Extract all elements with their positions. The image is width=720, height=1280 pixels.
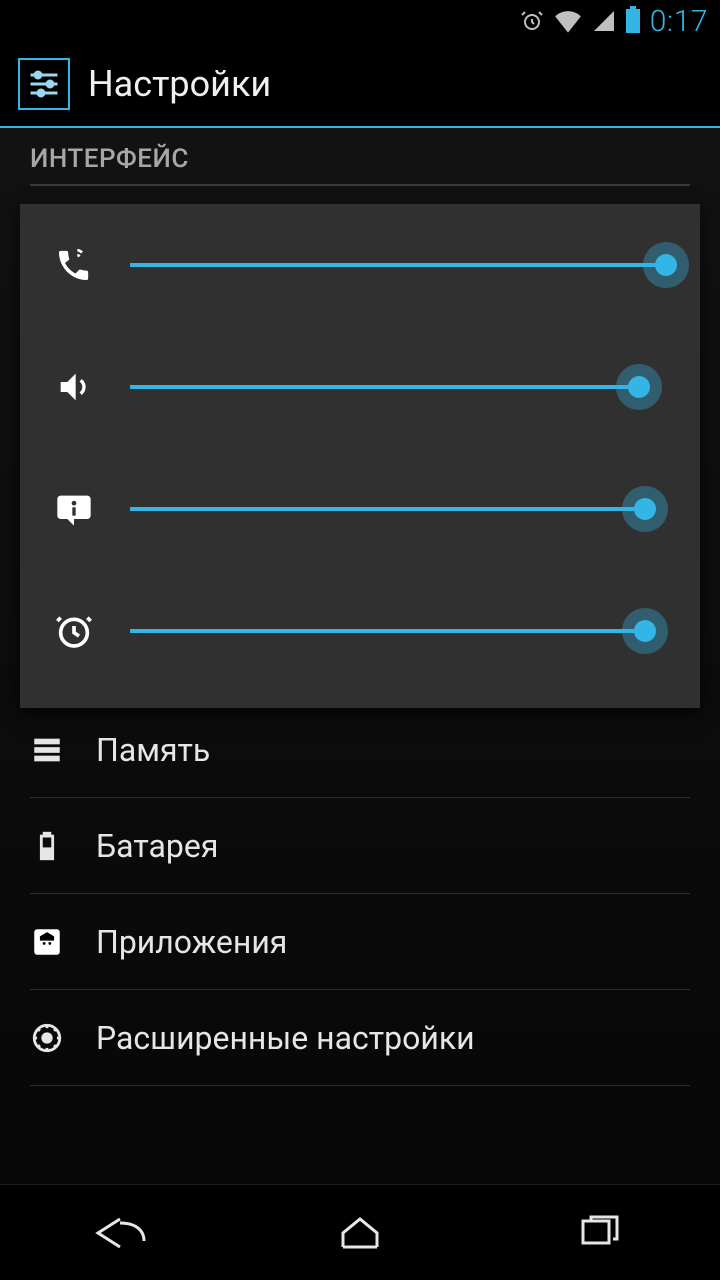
settings-item-label: Память (96, 731, 210, 769)
volume-slider-alarm[interactable] (130, 608, 666, 654)
signal-icon (592, 9, 616, 33)
section-header-label: ИНТЕРФЕЙС (30, 144, 690, 174)
storage-icon (30, 733, 70, 767)
alarm-icon (520, 9, 544, 33)
volume-row-notification (20, 448, 700, 570)
status-time: 0:17 (650, 4, 708, 39)
navigation-bar (0, 1184, 720, 1280)
recent-apps-button[interactable] (480, 1185, 720, 1280)
settings-app-icon (18, 58, 70, 110)
settings-item-label: Расширенные настройки (96, 1019, 475, 1057)
battery-icon (30, 829, 70, 863)
wifi-icon (554, 9, 582, 33)
battery-icon (626, 9, 640, 33)
volume-row-media (20, 326, 700, 448)
apps-icon (30, 925, 70, 959)
volume-slider-notification[interactable] (130, 486, 666, 532)
settings-item-battery[interactable]: Батарея (30, 798, 690, 894)
section-header: ИНТЕРФЕЙС (0, 128, 720, 196)
notification-icon (54, 489, 100, 529)
settings-item-apps[interactable]: Приложения (30, 894, 690, 990)
settings-item-label: Батарея (96, 827, 218, 865)
volume-slider-media[interactable] (130, 364, 666, 410)
status-bar: 0:17 (0, 0, 720, 42)
settings-item-storage[interactable]: Память (30, 702, 690, 798)
volume-dialog (20, 204, 700, 708)
divider (30, 184, 690, 186)
page-title: Настройки (88, 63, 271, 105)
back-button[interactable] (0, 1185, 240, 1280)
volume-row-call (20, 204, 700, 326)
speaker-icon (54, 367, 100, 407)
volume-slider-call[interactable] (130, 242, 666, 288)
gear-icon (30, 1021, 70, 1055)
home-button[interactable] (240, 1185, 480, 1280)
phone-icon (54, 245, 100, 285)
content: ИНТЕРФЕЙС Память Батарея Приложения (0, 128, 720, 1184)
settings-item-advanced[interactable]: Расширенные настройки (30, 990, 690, 1086)
action-bar: Настройки (0, 42, 720, 128)
settings-item-label: Приложения (96, 923, 287, 961)
alarm-icon (54, 611, 100, 651)
settings-list: Память Батарея Приложения Расширенные на… (0, 702, 720, 1086)
volume-row-alarm (20, 570, 700, 692)
